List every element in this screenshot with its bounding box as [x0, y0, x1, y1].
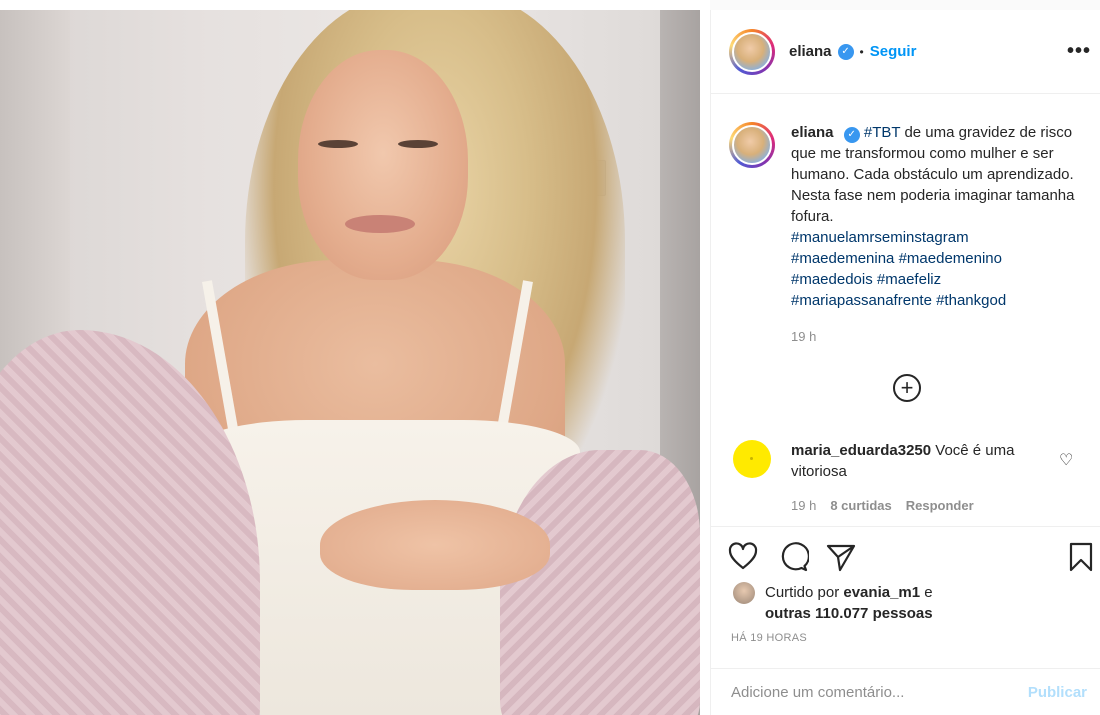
- author-avatar-image: [732, 31, 772, 72]
- verified-badge-icon: ✓: [837, 43, 854, 60]
- commenter-username[interactable]: maria_eduarda3250: [791, 442, 931, 459]
- hashtag[interactable]: #maedemenino: [899, 250, 1002, 267]
- post-side-panel: eliana ✓ • Seguir ••• eliana ✓ #TBT de u…: [710, 10, 1100, 715]
- caption: eliana ✓ #TBT de uma gravidez de risco q…: [729, 122, 1089, 311]
- verified-badge-icon: ✓: [843, 126, 860, 143]
- photo-cardigan-right: [500, 450, 700, 715]
- caption-username[interactable]: eliana: [791, 124, 834, 141]
- comment-bubble-icon[interactable]: [777, 541, 809, 573]
- photo-face: [298, 50, 468, 280]
- more-options-icon[interactable]: •••: [1067, 40, 1091, 63]
- photo-eye-left: [318, 140, 358, 148]
- likes-others-link[interactable]: outras 110.077 pessoas: [765, 605, 933, 622]
- author-avatar[interactable]: [729, 28, 775, 75]
- hashtag[interactable]: #maefeliz: [877, 271, 941, 288]
- liker-avatar[interactable]: [733, 582, 755, 604]
- liker-username[interactable]: evania_m1: [843, 584, 920, 601]
- hashtag[interactable]: #thankgod: [936, 292, 1006, 309]
- hashtag[interactable]: #manuelamrseminstagram: [791, 229, 969, 246]
- add-comment-bar: Publicar: [711, 668, 1100, 715]
- photo-hand: [320, 500, 550, 590]
- hashtag[interactable]: #mariapassanafrente: [791, 292, 932, 309]
- comment-text-block: maria_eduarda3250 Você é uma vitoriosa: [791, 440, 1051, 482]
- comment-meta: 19 h 8 curtidas Responder: [791, 498, 974, 513]
- reply-button[interactable]: Responder: [906, 498, 974, 513]
- plus-icon: +: [900, 375, 914, 400]
- likes-middle: e: [920, 584, 933, 601]
- photo-eye-right: [398, 140, 438, 148]
- caption-avatar-image: [732, 125, 772, 165]
- caption-body: de uma gravidez de risco que me transfor…: [791, 124, 1075, 225]
- likes-prefix: Curtido por: [765, 584, 844, 601]
- comment-likes-count[interactable]: 8 curtidas: [830, 498, 891, 513]
- post-photo[interactable]: [0, 10, 700, 715]
- hashtag-tbt[interactable]: #TBT: [864, 124, 900, 141]
- caption-avatar[interactable]: [729, 122, 775, 168]
- post-media[interactable]: [0, 0, 710, 715]
- caption-timestamp[interactable]: 19 h: [791, 329, 816, 344]
- comment-input[interactable]: [731, 683, 1028, 701]
- caption-text-block: eliana ✓ #TBT de uma gravidez de risco q…: [791, 122, 1076, 311]
- likes-text: Curtido por evania_m1 e outras 110.077 p…: [765, 582, 933, 624]
- bookmark-icon[interactable]: [1065, 541, 1097, 573]
- post-time-ago[interactable]: HÁ 19 HORAS: [731, 632, 807, 644]
- heart-icon[interactable]: [727, 541, 759, 573]
- author-username[interactable]: eliana: [789, 43, 832, 60]
- publish-button[interactable]: Publicar: [1028, 684, 1087, 701]
- hashtag[interactable]: #maedemenina: [791, 250, 894, 267]
- likes-summary: Curtido por evania_m1 e outras 110.077 p…: [733, 582, 933, 624]
- follow-button[interactable]: Seguir: [870, 43, 917, 60]
- header-separator: •: [859, 44, 864, 59]
- load-more-comments-button[interactable]: +: [893, 374, 921, 402]
- photo-lips: [345, 215, 415, 233]
- paper-plane-icon[interactable]: [825, 541, 857, 573]
- post-header: eliana ✓ • Seguir •••: [711, 10, 1100, 94]
- comment-time[interactable]: 19 h: [791, 498, 816, 513]
- comment-like-heart-icon[interactable]: ♡: [1059, 450, 1073, 470]
- commenter-avatar[interactable]: [733, 440, 771, 478]
- hashtag[interactable]: #maededois: [791, 271, 873, 288]
- action-bar: [711, 526, 1100, 586]
